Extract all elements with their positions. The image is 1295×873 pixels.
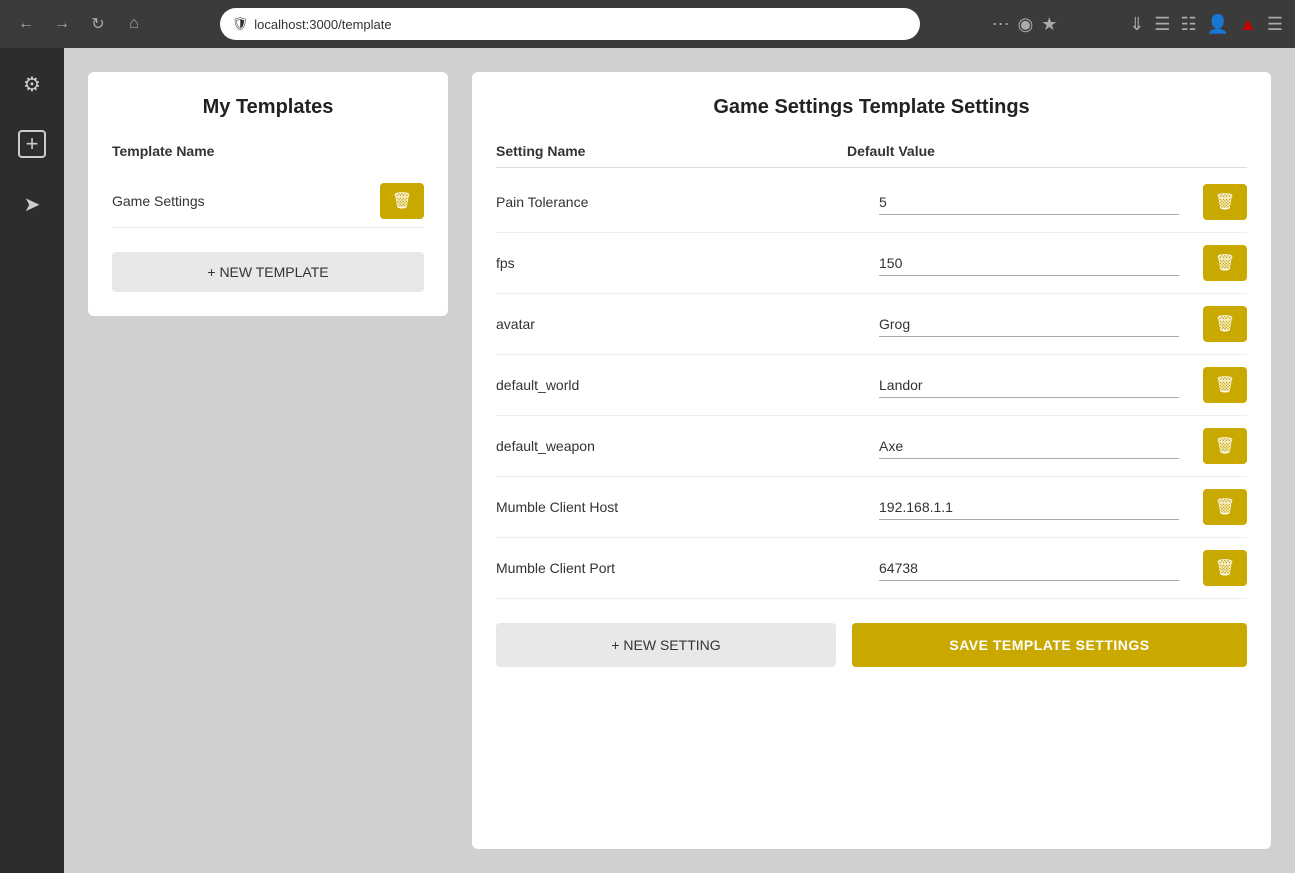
- setting-row: Mumble Client Port 🗑: [496, 538, 1247, 599]
- delete-setting-button[interactable]: 🗑: [1203, 367, 1247, 403]
- star-icon[interactable]: ★: [1041, 14, 1057, 35]
- app-layout: ⚙ + ➤ My Templates Template Name Game Se…: [0, 48, 1295, 873]
- trash-icon: 🗑: [1215, 558, 1235, 578]
- template-column-header: Template Name: [112, 143, 424, 159]
- trash-icon: 🗑: [392, 191, 412, 211]
- setting-value-container: [879, 556, 1179, 581]
- delete-setting-button[interactable]: 🗑: [1203, 489, 1247, 525]
- delete-template-button[interactable]: 🗑: [380, 183, 424, 219]
- setting-name-label: default_weapon: [496, 438, 863, 454]
- add-icon: +: [18, 130, 46, 158]
- setting-value-container: [879, 251, 1179, 276]
- back-button[interactable]: ←: [12, 10, 40, 38]
- delete-setting-button[interactable]: 🗑: [1203, 306, 1247, 342]
- settings-footer: + NEW SETTING SAVE TEMPLATE SETTINGS: [496, 623, 1247, 667]
- browser-actions: ⋯ ◉ ★: [992, 14, 1058, 35]
- refresh-button[interactable]: ↻: [84, 10, 112, 38]
- more-icon[interactable]: ⋯: [992, 14, 1010, 35]
- col-setting-name-header: Setting Name: [496, 143, 847, 159]
- setting-value-input[interactable]: [879, 190, 1179, 215]
- setting-value-container: [879, 312, 1179, 337]
- setting-name-label: fps: [496, 255, 863, 271]
- template-name: Game Settings: [112, 193, 205, 209]
- setting-value-input[interactable]: [879, 312, 1179, 337]
- setting-name-label: avatar: [496, 316, 863, 332]
- setting-value-input[interactable]: [879, 251, 1179, 276]
- library-icon[interactable]: ☰: [1154, 14, 1170, 35]
- gear-icon: ⚙: [23, 72, 41, 97]
- sidebar: ⚙ + ➤: [0, 48, 64, 873]
- menu-icon[interactable]: ☰: [1267, 14, 1283, 35]
- sidebar-toggle-icon[interactable]: ☷: [1180, 14, 1196, 35]
- address-bar[interactable]: 🛡 localhost:3000/template: [220, 8, 920, 40]
- setting-value-input[interactable]: [879, 556, 1179, 581]
- setting-value-container: [879, 190, 1179, 215]
- settings-header: Setting Name Default Value: [496, 143, 1247, 168]
- settings-panel: Game Settings Template Settings Setting …: [472, 72, 1271, 849]
- trash-icon: 🗑: [1215, 497, 1235, 517]
- setting-name-label: default_world: [496, 377, 863, 393]
- download-icon[interactable]: ⇓: [1129, 14, 1144, 35]
- browser-chrome: ← → ↻ ⌂ 🛡 localhost:3000/template ⋯ ◉ ★ …: [0, 0, 1295, 48]
- sidebar-gear-button[interactable]: ⚙: [12, 64, 52, 104]
- setting-row: Pain Tolerance 🗑: [496, 172, 1247, 233]
- trash-icon: 🗑: [1215, 375, 1235, 395]
- setting-value-input[interactable]: [879, 373, 1179, 398]
- setting-value-container: [879, 373, 1179, 398]
- delete-setting-button[interactable]: 🗑: [1203, 245, 1247, 281]
- setting-row: default_weapon 🗑: [496, 416, 1247, 477]
- main-content: My Templates Template Name Game Settings…: [64, 48, 1295, 873]
- brave-icon[interactable]: ▲: [1239, 14, 1257, 35]
- profile-icon[interactable]: 👤: [1207, 14, 1229, 35]
- setting-name-label: Mumble Client Host: [496, 499, 863, 515]
- browser-toolbar: ⇓ ☰ ☷ 👤 ▲ ☰: [1129, 14, 1283, 35]
- bookmark-icon[interactable]: ◉: [1018, 14, 1034, 35]
- trash-icon: 🗑: [1215, 253, 1235, 273]
- save-template-button[interactable]: SAVE TEMPLATE SETTINGS: [852, 623, 1247, 667]
- template-row: Game Settings 🗑: [112, 175, 424, 228]
- settings-title: Game Settings Template Settings: [496, 96, 1247, 119]
- trash-icon: 🗑: [1215, 436, 1235, 456]
- setting-name-label: Pain Tolerance: [496, 194, 863, 210]
- settings-list: Pain Tolerance 🗑 fps 🗑 avatar 🗑: [496, 172, 1247, 599]
- trash-icon: 🗑: [1215, 314, 1235, 334]
- delete-setting-button[interactable]: 🗑: [1203, 184, 1247, 220]
- setting-row: Mumble Client Host 🗑: [496, 477, 1247, 538]
- setting-value-input[interactable]: [879, 434, 1179, 459]
- shield-icon: 🛡: [232, 16, 249, 32]
- setting-value-input[interactable]: [879, 495, 1179, 520]
- delete-setting-button[interactable]: 🗑: [1203, 428, 1247, 464]
- sidebar-add-button[interactable]: +: [12, 124, 52, 164]
- templates-title: My Templates: [112, 96, 424, 119]
- col-default-value-header: Default Value: [847, 143, 1187, 159]
- setting-row: fps 🗑: [496, 233, 1247, 294]
- new-template-button[interactable]: + NEW TEMPLATE: [112, 252, 424, 292]
- delete-setting-button[interactable]: 🗑: [1203, 550, 1247, 586]
- setting-row: default_world 🗑: [496, 355, 1247, 416]
- forward-button[interactable]: →: [48, 10, 76, 38]
- trash-icon: 🗑: [1215, 192, 1235, 212]
- setting-name-label: Mumble Client Port: [496, 560, 863, 576]
- new-setting-button[interactable]: + NEW SETTING: [496, 623, 836, 667]
- setting-value-container: [879, 495, 1179, 520]
- logout-icon: ➤: [24, 192, 41, 217]
- home-button[interactable]: ⌂: [120, 10, 148, 38]
- templates-panel: My Templates Template Name Game Settings…: [88, 72, 448, 316]
- template-list: Game Settings 🗑: [112, 175, 424, 228]
- setting-row: avatar 🗑: [496, 294, 1247, 355]
- sidebar-logout-button[interactable]: ➤: [12, 184, 52, 224]
- url-text: localhost:3000/template: [254, 17, 391, 32]
- setting-value-container: [879, 434, 1179, 459]
